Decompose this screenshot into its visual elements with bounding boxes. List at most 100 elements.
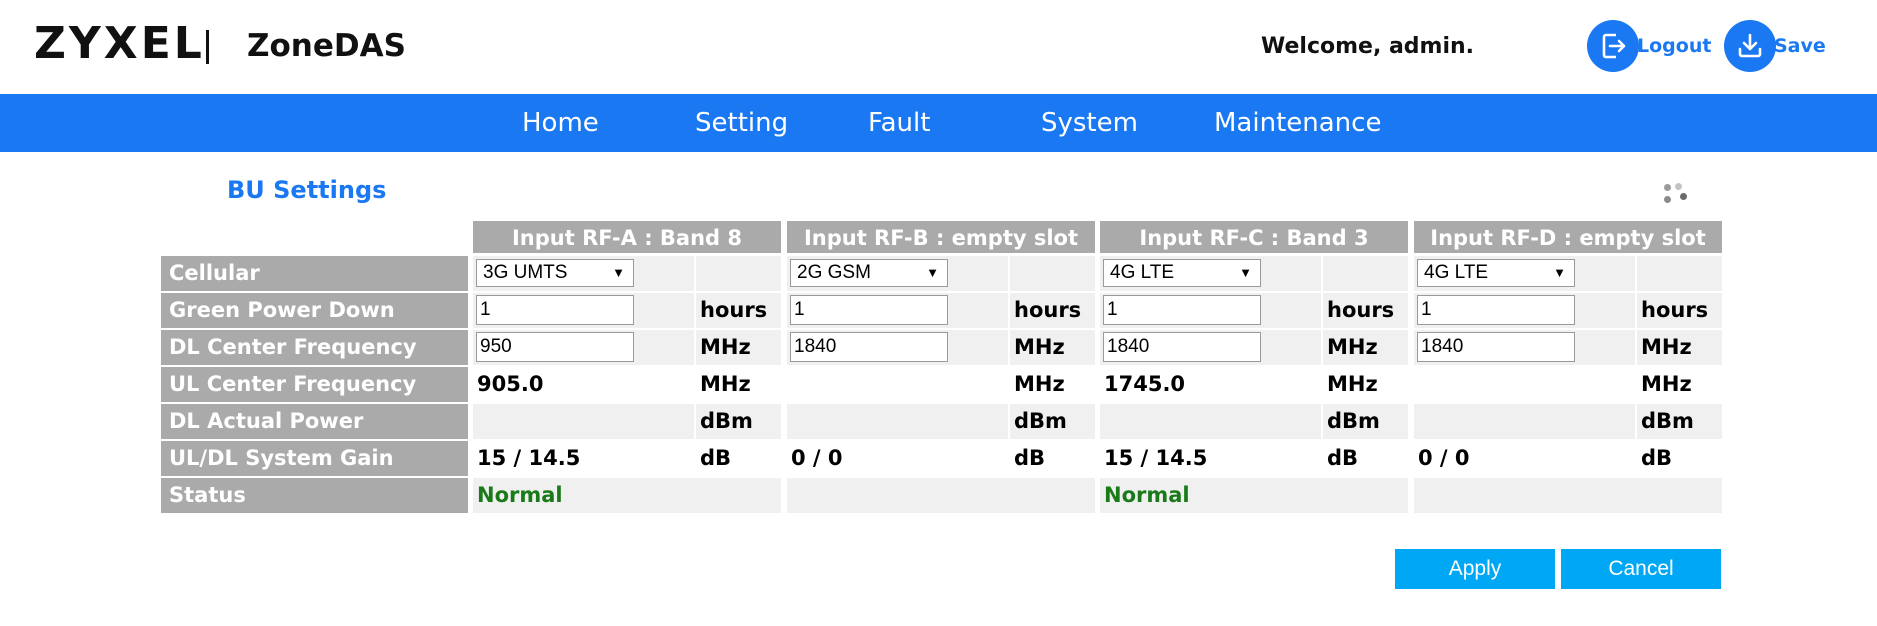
- rf-value-cell: 1: [1414, 293, 1635, 328]
- rf-column-header: Input RF-A : Band 8: [473, 221, 781, 253]
- nav-setting[interactable]: Setting: [695, 108, 788, 138]
- unit-cell: dB: [1327, 446, 1359, 470]
- unit-cell: dBm: [1010, 404, 1095, 439]
- rf-value-cell: 2G GSM ▼: [787, 256, 1008, 291]
- status-value: Normal: [1100, 478, 1408, 513]
- cellular-select[interactable]: 3G UMTS ▼: [476, 259, 634, 287]
- system-gain-value: 0 / 0: [1418, 446, 1470, 470]
- row-label: UL/DL System Gain: [161, 441, 468, 476]
- unit-cell: MHz: [1641, 372, 1692, 396]
- apply-button[interactable]: Apply: [1395, 549, 1555, 589]
- dl-power-value: [787, 404, 1008, 439]
- system-gain-value: 15 / 14.5: [477, 446, 581, 470]
- unit-cell: dBm: [1323, 404, 1408, 439]
- unit-cell: MHz: [1323, 330, 1408, 365]
- welcome-text: Welcome, admin.: [1261, 34, 1475, 59]
- download-icon: [1724, 20, 1776, 72]
- dl-power-value: [1414, 404, 1635, 439]
- ul-frequency-value: [1414, 367, 1635, 402]
- unit-cell: MHz: [700, 372, 751, 396]
- rf-value-cell: 1840: [787, 330, 1008, 365]
- rf-value-cell: 4G LTE ▼: [1100, 256, 1321, 291]
- unit-cell: MHz: [1637, 330, 1722, 365]
- row-label: UL Center Frequency: [161, 367, 468, 402]
- unit-cell: dB: [1641, 446, 1673, 470]
- unit-cell: dBm: [1637, 404, 1722, 439]
- row-label: Status: [161, 478, 468, 513]
- green-power-down-input[interactable]: 1: [476, 295, 634, 325]
- cellular-select-value: 2G GSM: [797, 262, 871, 283]
- chevron-down-icon: ▼: [612, 265, 625, 280]
- logout-button[interactable]: Logout: [1587, 20, 1711, 72]
- rf-column-header: Input RF-B : empty slot: [787, 221, 1095, 253]
- rf-value-cell: 1840: [1100, 330, 1321, 365]
- dl-center-frequency-input[interactable]: 950: [476, 332, 634, 362]
- cellular-select[interactable]: 4G LTE ▼: [1417, 259, 1575, 287]
- green-power-down-input[interactable]: 1: [790, 295, 948, 325]
- status-value: [787, 478, 1095, 513]
- row-label: Cellular: [161, 256, 468, 291]
- status-value: Normal: [473, 478, 781, 513]
- save-button[interactable]: Save: [1724, 20, 1826, 72]
- system-gain-value: 0 / 0: [791, 446, 843, 470]
- logo-divider: [206, 30, 209, 64]
- cellular-select[interactable]: 4G LTE ▼: [1103, 259, 1261, 287]
- product-name: ZoneDAS: [247, 28, 406, 64]
- dl-center-frequency-input[interactable]: 1840: [790, 332, 948, 362]
- rf-value-cell: 3G UMTS ▼: [473, 256, 694, 291]
- empty-unit-cell: [1323, 256, 1408, 291]
- empty-unit-cell: [1637, 256, 1722, 291]
- rf-value-cell: 1: [1100, 293, 1321, 328]
- nav-home[interactable]: Home: [522, 108, 599, 138]
- cellular-select[interactable]: 2G GSM ▼: [790, 259, 948, 287]
- cellular-select-value: 4G LTE: [1110, 262, 1175, 283]
- dl-center-frequency-input[interactable]: 1840: [1417, 332, 1575, 362]
- unit-cell: MHz: [696, 330, 781, 365]
- chevron-down-icon: ▼: [1239, 265, 1252, 280]
- nav-maintenance[interactable]: Maintenance: [1214, 108, 1381, 138]
- row-label: Green Power Down: [161, 293, 468, 328]
- rf-column-header: Input RF-D : empty slot: [1414, 221, 1722, 253]
- rf-value-cell: 1: [473, 293, 694, 328]
- cellular-select-value: 3G UMTS: [483, 262, 568, 283]
- main-nav: Home Setting Fault System Maintenance: [0, 94, 1877, 152]
- status-value: [1414, 478, 1722, 513]
- logout-icon: [1587, 20, 1639, 72]
- cancel-button[interactable]: Cancel: [1561, 549, 1721, 589]
- chevron-down-icon: ▼: [1553, 265, 1566, 280]
- empty-unit-cell: [1010, 256, 1095, 291]
- unit-cell: dB: [700, 446, 732, 470]
- green-power-down-input[interactable]: 1: [1417, 295, 1575, 325]
- unit-cell: MHz: [1327, 372, 1378, 396]
- cellular-select-value: 4G LTE: [1424, 262, 1489, 283]
- rf-value-cell: 1: [787, 293, 1008, 328]
- rf-value-cell: 4G LTE ▼: [1414, 256, 1635, 291]
- nav-system[interactable]: System: [1041, 108, 1138, 138]
- logout-label: Logout: [1637, 35, 1712, 57]
- brand-logo: ZYXEL: [34, 18, 205, 69]
- dl-power-value: [1100, 404, 1321, 439]
- dl-center-frequency-input[interactable]: 1840: [1103, 332, 1261, 362]
- header: ZYXEL ZoneDAS Welcome, admin. Logout Sav…: [0, 0, 1877, 94]
- ul-frequency-value: 905.0: [477, 372, 544, 396]
- nav-fault[interactable]: Fault: [868, 108, 930, 138]
- unit-cell: dB: [1014, 446, 1046, 470]
- unit-cell: hours: [1637, 293, 1722, 328]
- page-title: BU Settings: [227, 176, 387, 204]
- save-label: Save: [1774, 35, 1826, 57]
- green-power-down-input[interactable]: 1: [1103, 295, 1261, 325]
- dl-power-value: [473, 404, 694, 439]
- chevron-down-icon: ▼: [926, 265, 939, 280]
- unit-cell: MHz: [1014, 372, 1065, 396]
- ul-frequency-value: [787, 367, 1008, 402]
- unit-cell: dBm: [696, 404, 781, 439]
- row-label: DL Actual Power: [161, 404, 468, 439]
- rf-value-cell: 950: [473, 330, 694, 365]
- unit-cell: hours: [1323, 293, 1408, 328]
- empty-unit-cell: [696, 256, 781, 291]
- ul-frequency-value: 1745.0: [1104, 372, 1186, 396]
- unit-cell: MHz: [1010, 330, 1095, 365]
- loading-spinner-icon: [1660, 182, 1690, 208]
- rf-value-cell: 1840: [1414, 330, 1635, 365]
- system-gain-value: 15 / 14.5: [1104, 446, 1208, 470]
